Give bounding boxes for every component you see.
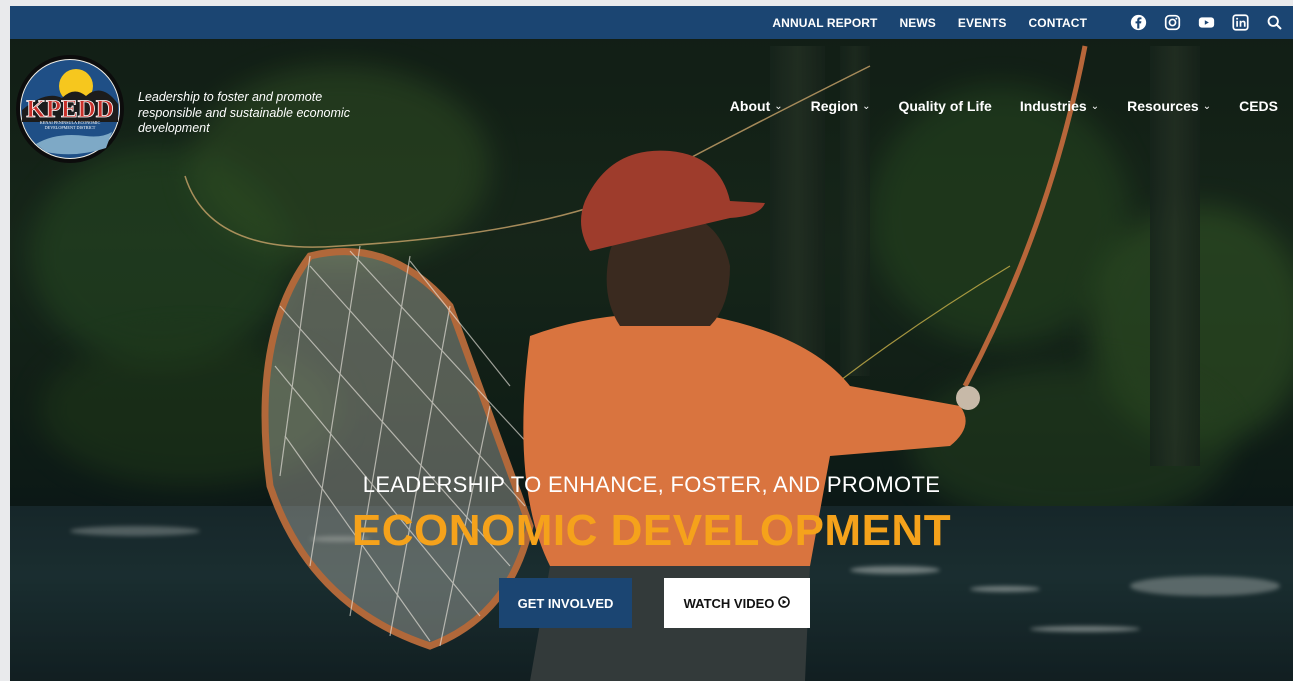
nav-item-label: Quality of Life bbox=[898, 98, 992, 114]
chevron-down-icon: ⌄ bbox=[1202, 100, 1212, 112]
watch-video-button[interactable]: WATCH VIDEO bbox=[664, 578, 810, 628]
nav-item-region[interactable]: Region ⌄ bbox=[811, 98, 871, 114]
chevron-down-icon: ⌄ bbox=[774, 100, 783, 112]
logo-text: KPEDD bbox=[26, 96, 114, 123]
nav-item-ceds[interactable]: CEDS bbox=[1239, 98, 1278, 114]
nav-item-label: Resources bbox=[1127, 98, 1199, 114]
nav-item-label: Industries bbox=[1019, 98, 1087, 114]
utility-bar: ANNUAL REPORT NEWS EVENTS CONTACT bbox=[10, 6, 1293, 39]
nav-item-label: About bbox=[729, 98, 771, 114]
kpedd-logo[interactable]: KPEDD KENAI PENINSULA ECONOMIC DEVELOPME… bbox=[16, 52, 124, 166]
news-link[interactable]: NEWS bbox=[900, 16, 936, 30]
hero-headline: ECONOMIC DEVELOPMENT bbox=[351, 506, 952, 555]
facebook-icon[interactable] bbox=[1129, 14, 1147, 32]
get-involved-label: GET INVOLVED bbox=[517, 595, 614, 611]
youtube-icon[interactable] bbox=[1197, 14, 1215, 32]
nav-item-about[interactable]: About ⌄ bbox=[730, 98, 783, 114]
nav-item-label: CEDS bbox=[1239, 98, 1278, 114]
svg-text:DEVELOPMENT DISTRICT: DEVELOPMENT DISTRICT bbox=[45, 125, 96, 130]
hero-kicker: LEADERSHIP TO ENHANCE, FOSTER, AND PROMO… bbox=[362, 472, 941, 497]
linkedin-icon[interactable] bbox=[1231, 14, 1249, 32]
instagram-icon[interactable] bbox=[1163, 14, 1181, 32]
nav-item-label: Region bbox=[810, 98, 859, 114]
watch-video-label: WATCH VIDEO bbox=[683, 595, 775, 611]
social-links bbox=[1113, 14, 1283, 32]
annual-report-link[interactable]: ANNUAL REPORT bbox=[772, 16, 877, 30]
site-tagline: Leadership to foster and promote respons… bbox=[138, 90, 350, 135]
page: ANNUAL REPORT NEWS EVENTS CONTACT KPEDD … bbox=[10, 6, 1293, 681]
main-navigation: About ⌄ Region ⌄ Quality of Life Industr… bbox=[702, 98, 1278, 114]
contact-link[interactable]: CONTACT bbox=[1029, 16, 1087, 30]
nav-item-resources[interactable]: Resources ⌄ bbox=[1127, 98, 1211, 114]
get-involved-button[interactable]: GET INVOLVED bbox=[499, 578, 632, 628]
search-icon[interactable] bbox=[1265, 14, 1283, 32]
events-link[interactable]: EVENTS bbox=[958, 16, 1007, 30]
play-circle-icon bbox=[778, 595, 791, 611]
nav-item-quality-of-life[interactable]: Quality of Life bbox=[898, 98, 991, 114]
chevron-down-icon: ⌄ bbox=[1090, 100, 1100, 112]
nav-item-industries[interactable]: Industries ⌄ bbox=[1020, 98, 1099, 114]
chevron-down-icon: ⌄ bbox=[862, 100, 871, 112]
